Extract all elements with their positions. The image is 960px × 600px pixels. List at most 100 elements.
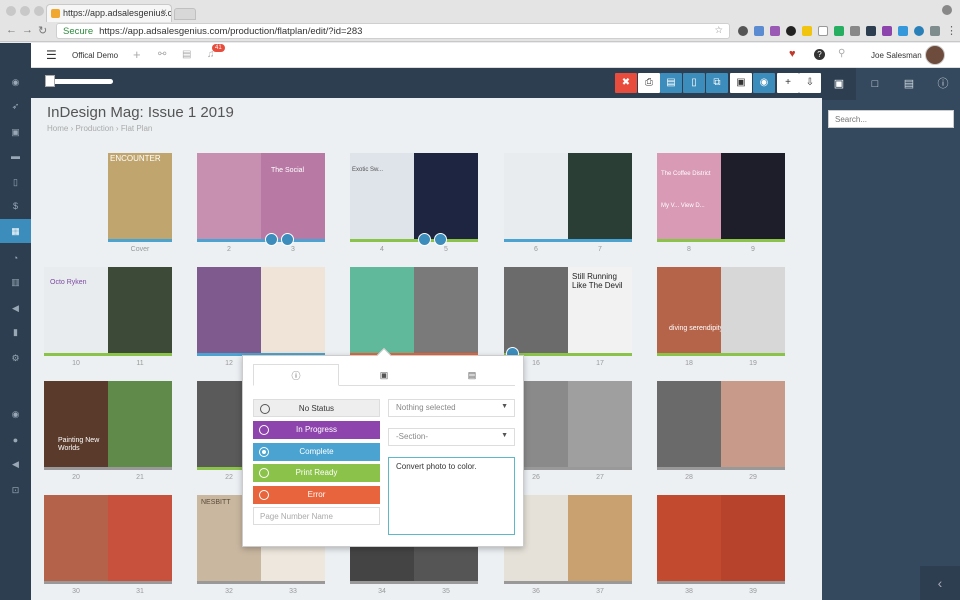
page-thumbnail[interactable]	[657, 495, 721, 581]
page-thumbnail[interactable]	[504, 267, 568, 353]
assignee-avatar[interactable]	[281, 233, 294, 246]
maximize-window-icon[interactable]	[34, 6, 44, 16]
status-print-ready[interactable]: Print Ready	[253, 464, 380, 482]
user-name[interactable]: Joe Salesman	[871, 51, 922, 60]
info-icon[interactable]	[738, 26, 748, 36]
assignee-avatar[interactable]	[434, 233, 447, 246]
extension-icon[interactable]	[914, 26, 924, 36]
dashboard-icon[interactable]: ◉	[0, 73, 31, 91]
minimize-window-icon[interactable]	[20, 6, 30, 16]
page-thumbnail[interactable]	[721, 267, 785, 353]
extension-icon[interactable]	[850, 26, 860, 36]
zoom-slider[interactable]	[45, 79, 113, 84]
download-icon[interactable]: ⇩	[799, 73, 821, 93]
dashboard-icon[interactable]: ◉	[0, 405, 31, 423]
page-thumbnail[interactable]	[44, 495, 108, 581]
page-thumbnail[interactable]: ENCOUNTER	[108, 153, 172, 239]
page-thumbnail[interactable]	[568, 495, 632, 581]
page-thumbnail[interactable]	[721, 495, 785, 581]
page-thumbnail[interactable]	[108, 495, 172, 581]
extension-icon[interactable]	[866, 26, 876, 36]
page-thumbnail[interactable]	[261, 267, 325, 353]
page-thumbnail[interactable]	[197, 153, 261, 239]
page-thumbnail[interactable]	[657, 381, 721, 467]
square-icon[interactable]: □	[858, 68, 892, 100]
close-window-icon[interactable]	[6, 6, 16, 16]
image-icon[interactable]: ▣	[0, 123, 31, 141]
search-icon[interactable]: ⚲	[838, 48, 845, 59]
info-icon[interactable]: ⓘ	[926, 68, 960, 100]
document-icon[interactable]: ▯	[0, 173, 31, 191]
rocket-icon[interactable]: ➶	[0, 97, 31, 115]
pie-icon[interactable]: ◔	[0, 249, 31, 267]
eye-icon[interactable]: ◉	[753, 73, 775, 93]
breadcrumb-production[interactable]: Production	[75, 124, 113, 133]
extension-icon[interactable]	[770, 26, 780, 36]
flatplan-icon[interactable]: ▦	[0, 219, 31, 243]
page-thumbnail[interactable]	[414, 153, 478, 239]
reload-icon[interactable]: ↻	[38, 24, 47, 37]
help-icon[interactable]: ?	[814, 49, 825, 60]
page-thumbnail[interactable]	[721, 381, 785, 467]
page-thumbnail[interactable]: Exotic Sw...	[350, 153, 414, 239]
duplicate-icon[interactable]: ⧉	[706, 73, 728, 93]
extension-icon[interactable]	[818, 26, 828, 36]
page-thumbnail[interactable]: Painting New Worlds	[44, 381, 108, 467]
page-thumbnail[interactable]	[414, 267, 478, 353]
tab-info[interactable]: ⓘ	[253, 364, 339, 386]
sitemap-icon[interactable]: ⚯	[158, 49, 166, 60]
close-tab-icon[interactable]: ×	[161, 7, 167, 18]
page-thumbnail[interactable]: Still Running Like The Devil	[568, 267, 632, 353]
browser-tab[interactable]: https://app.adsalesgenius.com ×	[46, 4, 172, 22]
assign-select[interactable]: Nothing selected ▼	[388, 399, 515, 417]
doc-icon[interactable]: ▤	[660, 73, 682, 93]
status-in-progress[interactable]: In Progress	[253, 421, 380, 439]
page-thumbnail[interactable]: diving serendipity	[657, 267, 721, 353]
plus-icon[interactable]: +	[133, 47, 141, 62]
image-icon[interactable]: ▣	[730, 73, 752, 93]
section-select[interactable]: -Section- ▼	[388, 428, 515, 446]
page-thumbnail[interactable]	[350, 267, 414, 353]
trash-icon[interactable]: ✖	[615, 73, 637, 93]
tab-image[interactable]: ▣	[341, 364, 427, 386]
file-icon[interactable]: ▯	[683, 73, 705, 93]
extension-icon[interactable]	[882, 26, 892, 36]
page-thumbnail[interactable]: Octo Ryken	[44, 267, 108, 353]
user-icon[interactable]	[942, 5, 952, 15]
extension-icon[interactable]	[786, 26, 796, 36]
extension-icon[interactable]	[754, 26, 764, 36]
zoom-slider-handle[interactable]	[45, 75, 55, 87]
page-thumbnail[interactable]	[568, 381, 632, 467]
megaphone-icon[interactable]: ◀	[0, 299, 31, 317]
page-thumbnail[interactable]: The Coffee District My V... View D...	[657, 153, 721, 239]
new-tab-button[interactable]	[174, 8, 196, 20]
status-complete[interactable]: Complete	[253, 443, 380, 461]
star-icon[interactable]: ☆	[714, 25, 723, 36]
plus-icon[interactable]: +	[777, 73, 799, 93]
page-thumbnail[interactable]: The Social	[261, 153, 325, 239]
gear-icon[interactable]: ⚙	[0, 349, 31, 367]
calendar-icon[interactable]: ▥	[0, 273, 31, 291]
user-icon[interactable]: ●	[0, 431, 31, 449]
megaphone-icon[interactable]: ◀	[0, 455, 31, 473]
chevron-left-icon[interactable]: ‹	[920, 566, 960, 600]
breadcrumb-home[interactable]: Home	[47, 124, 68, 133]
page-thumbnail[interactable]	[504, 153, 568, 239]
note-textarea[interactable]: Convert photo to color.	[388, 457, 515, 535]
cart-icon[interactable]: ⊡	[0, 481, 31, 499]
more-icon[interactable]: ⋮	[946, 24, 957, 37]
extension-icon[interactable]	[834, 26, 844, 36]
extension-icon[interactable]	[802, 26, 812, 36]
image-icon[interactable]: ▣	[822, 68, 856, 100]
back-icon[interactable]: ←	[6, 24, 17, 36]
tab-document[interactable]: ▤	[429, 364, 515, 386]
page-thumbnail[interactable]	[721, 153, 785, 239]
address-bar[interactable]: Secure https://app.adsalesgenius.com/prod…	[56, 23, 730, 39]
page-thumbnail[interactable]	[108, 267, 172, 353]
dollar-icon[interactable]: $	[0, 197, 31, 215]
page-thumbnail[interactable]	[568, 153, 632, 239]
assignee-avatar[interactable]	[418, 233, 431, 246]
briefcase-icon[interactable]: ▬	[0, 147, 31, 165]
org-name[interactable]: Offical Demo	[72, 51, 118, 60]
page-thumbnail[interactable]	[197, 267, 261, 353]
